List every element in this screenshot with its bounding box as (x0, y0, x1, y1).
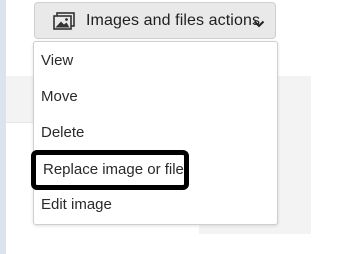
left-edge-strip (0, 0, 6, 254)
chevron-down-icon (253, 16, 265, 28)
menu-item-edit-image[interactable]: Edit image (34, 189, 277, 221)
images-and-files-actions-button[interactable]: Images and files actions (34, 2, 276, 39)
actions-button-label: Images and files actions (86, 12, 261, 29)
menu-item-replace-image-or-file[interactable]: Replace image or file (31, 150, 189, 190)
menu-item-move[interactable]: Move (34, 81, 277, 113)
menu-item-delete[interactable]: Delete (34, 117, 277, 149)
menu-item-view[interactable]: View (34, 45, 277, 77)
image-icon (53, 12, 75, 30)
actions-dropdown-menu: View Move Delete Replace image or file E… (31, 41, 278, 225)
